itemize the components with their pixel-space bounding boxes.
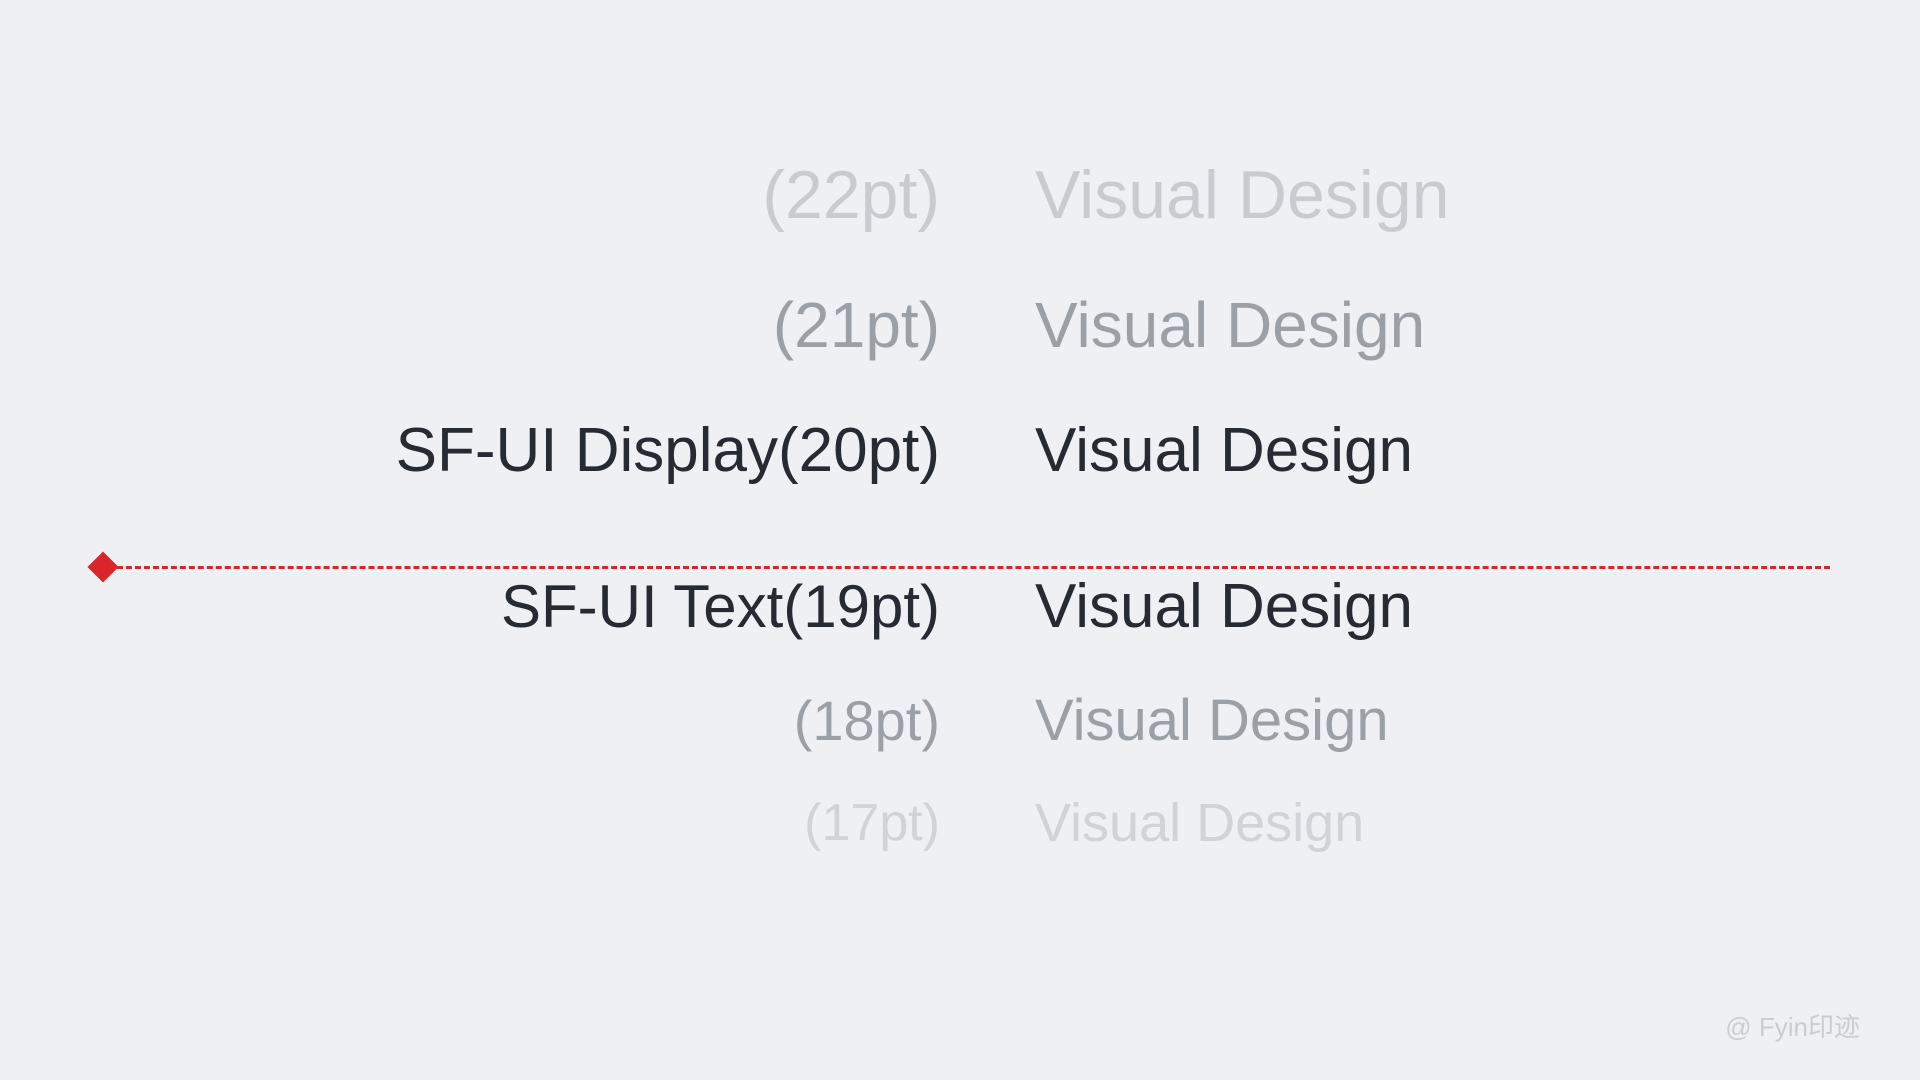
sample-text: Visual Design — [1035, 156, 1450, 234]
size-label: SF-UI Display(20pt) — [396, 415, 940, 486]
size-label: SF-UI Text(19pt) — [501, 572, 940, 641]
divider-line — [90, 566, 1830, 569]
watermark-text: @ Fyin印迹 — [1725, 1007, 1860, 1044]
size-label: (22pt) — [762, 156, 940, 234]
size-label: (21pt) — [773, 288, 940, 362]
size-label: (18pt) — [794, 688, 940, 753]
sample-text: Visual Design — [1035, 687, 1389, 754]
sample-text: Visual Design — [1035, 415, 1413, 486]
sample-text: Visual Design — [1035, 792, 1364, 854]
sample-text: Visual Design — [1035, 288, 1425, 362]
sample-text: Visual Design — [1035, 571, 1413, 642]
typography-specimen: (22pt) Visual Design (21pt) Visual Desig… — [0, 0, 1920, 1080]
size-label: (17pt) — [804, 793, 940, 853]
